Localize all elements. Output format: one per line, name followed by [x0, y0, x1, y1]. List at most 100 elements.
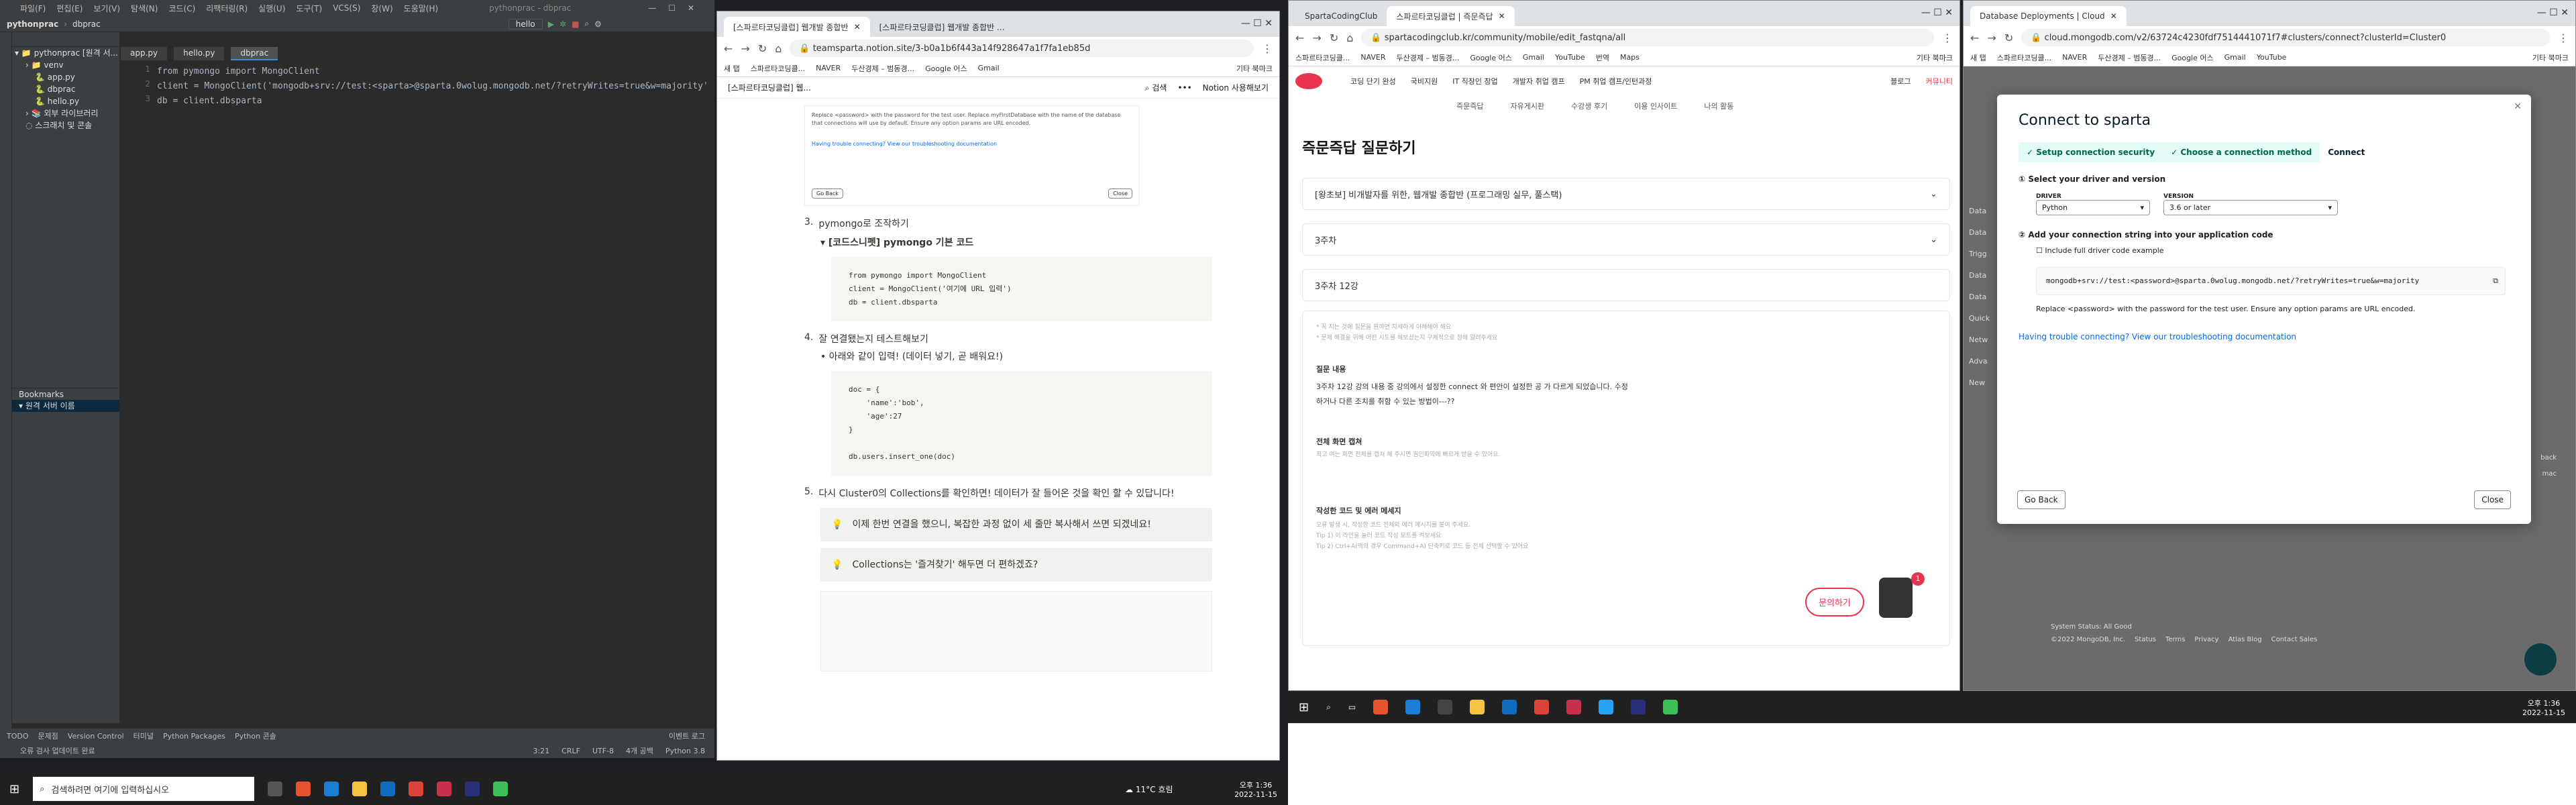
bookmark[interactable]: 새 탭	[1970, 52, 1986, 63]
url-input[interactable]: 🔒 spartacodingclub.kr/community/mobile/e…	[1361, 29, 1934, 46]
tree-item-venv[interactable]: › 📁 venv	[12, 59, 119, 71]
bookmark[interactable]: NAVER	[1360, 53, 1385, 62]
sparta-logo[interactable]	[1295, 73, 1322, 89]
taskview-icon[interactable]	[268, 782, 283, 796]
clock-right[interactable]: 오후 1:36 2022-11-15	[2522, 698, 2565, 717]
tree-item-hello[interactable]: 🐍 hello.py	[12, 95, 119, 107]
status-indent[interactable]: 4개 공백	[626, 745, 653, 756]
mail-icon[interactable]	[1502, 700, 1517, 714]
bookmark[interactable]: 스파르타코딩클...	[1997, 52, 2051, 63]
edge-icon[interactable]	[1405, 700, 1421, 714]
gear-icon[interactable]: ⚙	[594, 19, 602, 29]
window-controls[interactable]: — ☐ ✕	[1241, 18, 1273, 29]
tree-item-dbprac[interactable]: 🐍 dbprac	[12, 83, 119, 95]
menu-vcs[interactable]: VCS(S)	[333, 3, 360, 13]
bookmark[interactable]: Google 어스	[925, 63, 967, 74]
nav-item[interactable]: IT 직장인 창업	[1452, 76, 1498, 87]
back-icon[interactable]: ←	[1970, 32, 1979, 44]
bookmark[interactable]: Gmail	[2224, 53, 2246, 62]
notion-tab-2[interactable]: [스파르타코딩클럽] 웹개발 종합반 ...	[870, 17, 1014, 37]
taskbar-search[interactable]: ⌕ 검색하려면 여기에 입력하십시오	[33, 777, 255, 801]
step-connect[interactable]: Connect	[2320, 142, 2373, 162]
bookmark[interactable]: 기타 북마크	[1236, 63, 1273, 74]
bookmark[interactable]: 스파르타코딩클...	[1295, 52, 1350, 63]
notion-try-button[interactable]: Notion 사용해보기	[1203, 82, 1269, 93]
chrome-icon[interactable]	[409, 782, 424, 796]
footer-link[interactable]: Terms	[2165, 636, 2185, 643]
tab-app[interactable]: app.py	[121, 47, 168, 60]
menu-view[interactable]: 보기(V)	[93, 3, 120, 14]
close-icon[interactable]: ✕	[1499, 11, 1505, 21]
pycharm-icon[interactable]	[493, 782, 508, 796]
file-path[interactable]: dbprac	[72, 19, 101, 29]
forward-icon[interactable]: →	[1312, 32, 1321, 44]
bookmark[interactable]: Gmail	[1523, 53, 1544, 62]
chrome-icon[interactable]	[1534, 700, 1550, 714]
bookmark[interactable]: NAVER	[2062, 53, 2087, 62]
subnav-item[interactable]: 즉문즉답	[1456, 101, 1483, 111]
tree-root[interactable]: ▾ 📁 pythonprac [원격 서...	[12, 47, 119, 59]
search-icon[interactable]: ⌕	[584, 19, 589, 29]
pycharm-icon[interactable]	[1663, 700, 1678, 714]
version-select[interactable]: 3.6 or later ▾	[2163, 200, 2338, 215]
sidebar-item[interactable]: Netw	[1969, 329, 1996, 351]
driver-select[interactable]: Python ▾	[2036, 200, 2150, 215]
bookmark[interactable]: YouTube	[2257, 53, 2287, 62]
folder-icon[interactable]	[352, 782, 368, 796]
subnav-item[interactable]: 수강생 후기	[1571, 101, 1607, 111]
back-icon[interactable]: ←	[724, 42, 733, 55]
tool-tab-problems[interactable]: 문제점	[38, 731, 58, 741]
more-icon[interactable]: •••	[1177, 83, 1191, 93]
bookmark[interactable]: Maps	[1620, 53, 1640, 62]
tool-tab-packages[interactable]: Python Packages	[163, 732, 225, 741]
close-icon[interactable]: ✕	[854, 22, 861, 32]
bookmark[interactable]: 두산경제 – 범동경...	[2098, 52, 2161, 63]
week-select[interactable]: 3주차 ⌄	[1302, 223, 1950, 256]
reload-icon[interactable]: ↻	[758, 42, 767, 55]
settings-icon[interactable]	[1438, 700, 1453, 714]
sidebar-item[interactable]: Data	[1969, 222, 1996, 244]
menu-icon[interactable]: ⋮	[2558, 32, 2569, 44]
tool-tab-todo[interactable]: TODO	[7, 732, 29, 741]
url-input[interactable]: 🔒 cloud.mongodb.com/v2/63724c4230fdf7514…	[2021, 29, 2550, 46]
app-icon[interactable]	[296, 782, 311, 796]
footer-link[interactable]: Atlas Blog	[2229, 636, 2262, 643]
bookmark[interactable]: NAVER	[816, 64, 841, 72]
nav-item[interactable]: PM 취업 캠프/인턴과정	[1580, 76, 1652, 87]
sparta-tab-1[interactable]: SpartaCodingClub	[1295, 6, 1387, 26]
start-icon[interactable]: ⊞	[1299, 700, 1309, 714]
start-icon[interactable]: ⊞	[9, 782, 19, 796]
window-controls[interactable]: — ☐ ✕	[1921, 7, 1953, 18]
bookmark[interactable]: 두산경제 – 범동경...	[851, 63, 914, 74]
footer-link[interactable]: Contact Sales	[2271, 636, 2318, 643]
sidebar-item[interactable]: Adva	[1969, 351, 1996, 372]
code-editor[interactable]: 1 2 3 from pymongo import MongoClient cl…	[121, 64, 714, 722]
window-controls[interactable]: —☐✕	[648, 3, 706, 13]
mail-icon[interactable]	[380, 782, 396, 796]
bookmark[interactable]: YouTube	[1555, 53, 1585, 62]
copy-icon[interactable]: ⧉	[2493, 274, 2498, 288]
mongo-tab[interactable]: Database Deployments | Cloud ✕	[1970, 6, 2127, 26]
subnav-item[interactable]: 이용 인사이트	[1634, 101, 1677, 111]
edge-icon[interactable]	[324, 782, 339, 796]
taskview-icon[interactable]: ▭	[1348, 702, 1356, 712]
code-block-4[interactable]: doc = { 'name':'bob', 'age':27 } db.user…	[831, 371, 1212, 476]
reload-icon[interactable]: ↻	[2004, 32, 2013, 44]
go-back-button[interactable]: Go Back	[2017, 490, 2065, 509]
window-controls[interactable]: — ☐ ✕	[2537, 7, 2569, 18]
bookmark[interactable]: 스파르타코딩클...	[751, 63, 805, 74]
title-input[interactable]: 3주차 12강	[1302, 269, 1950, 301]
sidebar-item[interactable]: New	[1969, 372, 1996, 394]
code-block-3[interactable]: from pymongo import MongoClient client =…	[831, 257, 1212, 321]
course-select[interactable]: [왕초보] 비개발자를 위한, 웹개발 종합반 (프로그래밍 실무, 풀스택) ⌄	[1302, 178, 1950, 210]
bookmark-item[interactable]: ▾ 원격 서버 이름	[12, 400, 119, 412]
chat-icon[interactable]	[2524, 643, 2557, 676]
clock-left[interactable]: 오후 1:36 2022-11-15	[1234, 780, 1277, 799]
app-icon[interactable]	[437, 782, 452, 796]
back-icon[interactable]: ←	[1295, 32, 1304, 44]
tab-dbprac[interactable]: dbprac	[231, 47, 278, 60]
status-caret[interactable]: 3:21	[533, 747, 549, 755]
menu-run[interactable]: 실행(U)	[258, 3, 285, 14]
sidebar-item[interactable]: Data	[1969, 265, 1996, 286]
app-icon[interactable]	[1566, 700, 1582, 714]
